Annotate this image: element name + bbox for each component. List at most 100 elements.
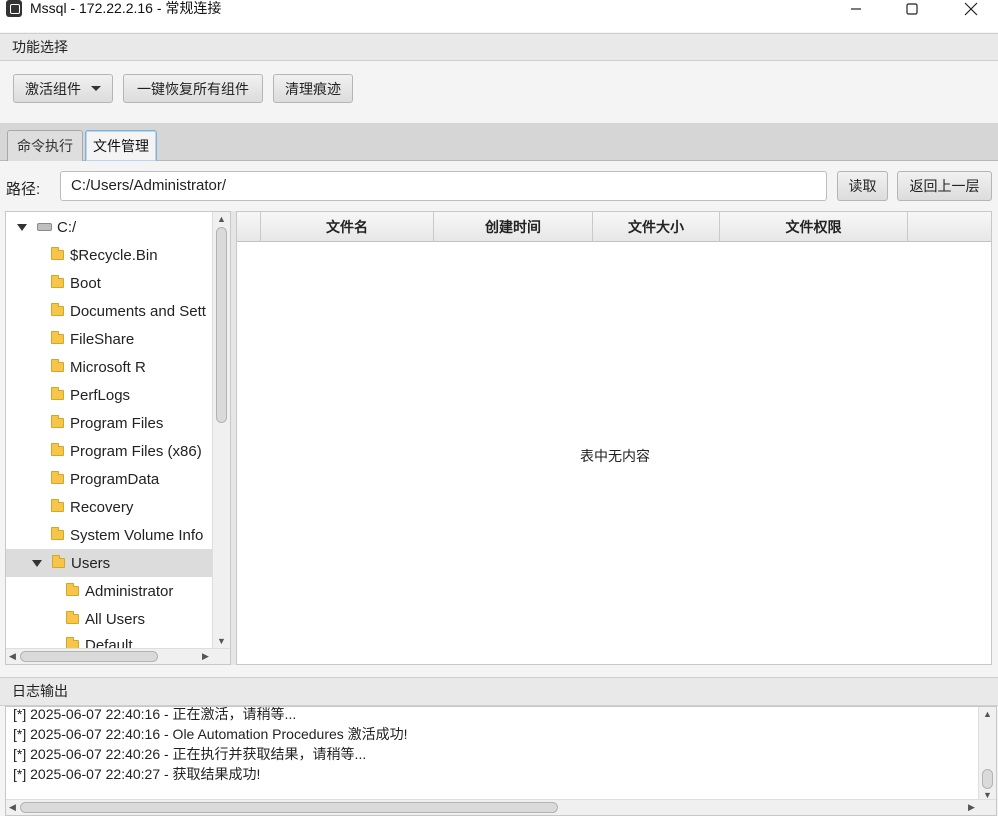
- tree-item[interactable]: PerfLogs: [6, 381, 213, 409]
- clean-traces-button[interactable]: 清理痕迹: [273, 74, 353, 103]
- tree-item[interactable]: Boot: [6, 269, 213, 297]
- path-label: 路径:: [6, 181, 41, 198]
- tree-item[interactable]: Microsoft R: [6, 353, 213, 381]
- tree-item-label: Administrator: [85, 582, 174, 600]
- tree-item-label: Documents and Sett: [70, 302, 206, 320]
- tree-item[interactable]: Documents and Sett: [6, 297, 213, 325]
- directory-tree: C:/ $Recycle.Bin Boot Documents and Sett…: [5, 211, 231, 665]
- scroll-down-icon[interactable]: ▼: [217, 636, 226, 646]
- tree-item[interactable]: Default: [6, 633, 213, 649]
- tree-item[interactable]: Program Files: [6, 409, 213, 437]
- tree-item-label: C:/: [57, 218, 77, 236]
- folder-icon: [51, 387, 64, 400]
- minimize-icon: [851, 8, 861, 10]
- folder-icon: [66, 583, 79, 596]
- read-button[interactable]: 读取: [837, 171, 888, 201]
- tab-command-exec[interactable]: 命令执行: [7, 130, 83, 161]
- go-up-button[interactable]: 返回上一层: [897, 171, 992, 201]
- scroll-left-icon[interactable]: ◀: [9, 651, 16, 661]
- folder-icon: [52, 555, 65, 568]
- scroll-up-icon[interactable]: ▲: [217, 214, 226, 224]
- function-toolbar: 激活组件 一键恢复所有组件 清理痕迹: [0, 61, 998, 123]
- scroll-right-icon[interactable]: ▶: [202, 651, 209, 661]
- tree-item-label: Program Files (x86): [70, 442, 202, 460]
- log-line: [*] 2025-06-07 22:40:26 - 正在执行并获取结果，请稍等.…: [13, 746, 367, 762]
- close-button[interactable]: [948, 0, 994, 18]
- log-horizontal-scroll-thumb[interactable]: [20, 802, 558, 813]
- file-table: 文件名 创建时间 文件大小 文件权限 表中无内容: [236, 211, 992, 665]
- log-line: [*] 2025-06-07 22:40:27 - 获取结果成功!: [13, 766, 261, 782]
- folder-icon: [51, 499, 64, 512]
- scroll-up-icon[interactable]: ▲: [983, 709, 992, 719]
- tree-root-item[interactable]: C:/: [6, 213, 213, 241]
- tree-item-label: PerfLogs: [70, 386, 131, 404]
- column-header-file-permission[interactable]: 文件权限: [720, 212, 908, 242]
- tree-item[interactable]: Administrator: [6, 577, 213, 605]
- log-section-header: 日志输出: [0, 677, 998, 706]
- folder-icon: [51, 247, 64, 260]
- tree-item-label: All Users: [85, 610, 146, 628]
- tree-item[interactable]: System Volume Info: [6, 521, 213, 549]
- app-icon: [6, 0, 22, 17]
- column-header-created-time[interactable]: 创建时间: [434, 212, 593, 242]
- expand-triangle-icon[interactable]: [32, 559, 42, 567]
- tree-vertical-scroll-thumb[interactable]: [216, 227, 227, 423]
- tree-item-label: FileShare: [70, 330, 135, 348]
- minimize-button[interactable]: [833, 0, 879, 18]
- maximize-button[interactable]: [889, 0, 935, 18]
- tree-item[interactable]: All Users: [6, 605, 213, 633]
- tree-item-label: Microsoft R: [70, 358, 146, 376]
- tree-horizontal-scroll-thumb[interactable]: [20, 651, 158, 662]
- tree-item[interactable]: $Recycle.Bin: [6, 241, 213, 269]
- activate-component-label: 激活组件: [25, 80, 81, 97]
- tree-vertical-scrollbar[interactable]: ▲ ▼: [212, 212, 230, 648]
- function-section-header: 功能选择: [0, 33, 998, 61]
- tree-item-label: $Recycle.Bin: [70, 246, 158, 264]
- tree-item-label: Program Files: [70, 414, 164, 432]
- drive-icon: [37, 223, 52, 231]
- log-line: [*] 2025-06-07 22:40:16 - Ole Automation…: [13, 726, 408, 742]
- folder-icon: [51, 527, 64, 540]
- empty-table-message: 表中无内容: [580, 448, 650, 464]
- log-vertical-scroll-thumb[interactable]: [982, 769, 993, 789]
- folder-icon: [51, 443, 64, 456]
- tree-item[interactable]: FileShare: [6, 325, 213, 353]
- restore-all-components-button[interactable]: 一键恢复所有组件: [123, 74, 263, 103]
- window-title: Mssql - 172.22.2.16 - 常规连接: [30, 0, 222, 16]
- folder-icon: [51, 471, 64, 484]
- log-line: [*] 2025-06-07 22:40:16 - 正在激活，请稍等...: [13, 706, 297, 722]
- maximize-icon: [906, 3, 918, 15]
- tree-item[interactable]: Program Files (x86): [6, 437, 213, 465]
- tree-item-label: Users: [71, 554, 111, 572]
- chevron-down-icon: [91, 86, 101, 91]
- log-horizontal-scrollbar[interactable]: ◀ ▶: [6, 799, 996, 815]
- folder-icon: [51, 359, 64, 372]
- path-input[interactable]: C:/Users/Administrator/: [60, 171, 827, 201]
- tree-item[interactable]: ProgramData: [6, 465, 213, 493]
- tab-file-management[interactable]: 文件管理: [85, 130, 157, 161]
- table-header-blank: [237, 212, 261, 242]
- log-vertical-scrollbar[interactable]: ▲ ▼: [978, 707, 996, 801]
- tree-item-label: Recovery: [70, 498, 134, 516]
- tree-item-label: System Volume Info: [70, 526, 204, 544]
- column-header-file-size[interactable]: 文件大小: [593, 212, 720, 242]
- tree-item[interactable]: Recovery: [6, 493, 213, 521]
- scroll-right-icon[interactable]: ▶: [968, 802, 975, 812]
- tree-item-users[interactable]: Users: [6, 549, 213, 577]
- title-bar: Mssql - 172.22.2.16 - 常规连接: [0, 0, 998, 32]
- folder-icon: [51, 415, 64, 428]
- folder-icon: [51, 331, 64, 344]
- close-icon: [964, 2, 978, 16]
- tab-strip: 命令执行 文件管理: [0, 123, 998, 161]
- scroll-left-icon[interactable]: ◀: [9, 802, 16, 812]
- tree-item-label: ProgramData: [70, 470, 160, 488]
- folder-icon: [66, 611, 79, 624]
- table-header-filler: [908, 212, 991, 242]
- folder-icon: [51, 303, 64, 316]
- expand-triangle-icon[interactable]: [17, 223, 27, 231]
- tree-horizontal-scrollbar[interactable]: ◀ ▶: [6, 648, 230, 664]
- log-output[interactable]: [*] 2025-06-07 22:40:16 - 正在激活，请稍等... [*…: [5, 706, 997, 816]
- folder-icon: [51, 275, 64, 288]
- activate-component-dropdown[interactable]: 激活组件: [13, 74, 113, 103]
- column-header-filename[interactable]: 文件名: [261, 212, 434, 242]
